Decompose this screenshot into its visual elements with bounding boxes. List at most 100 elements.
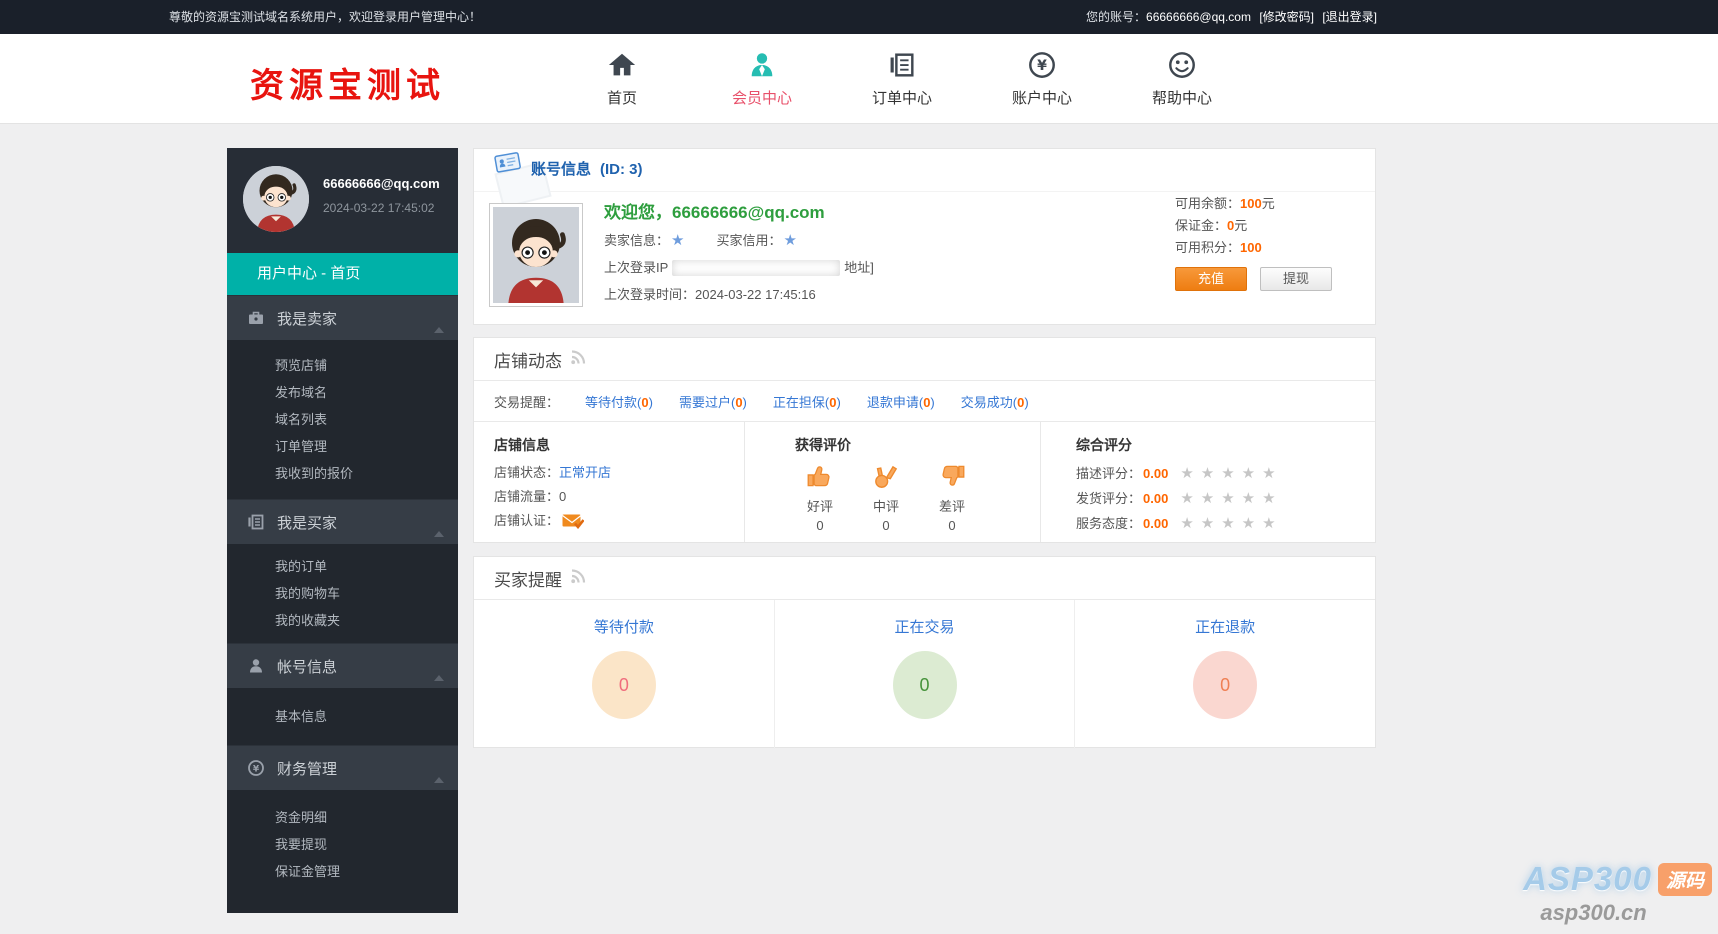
section-label: 财务管理 (277, 760, 338, 778)
sidebar-item-my-favorites[interactable]: 我的收藏夹 (227, 607, 458, 634)
rating-good: 好评 0 (795, 461, 845, 533)
balance-value: 100 (1240, 196, 1262, 211)
shop-status-link[interactable]: 正常开店 (559, 461, 611, 485)
welcome-text: 欢迎您，66666666@qq.com (604, 203, 825, 222)
nav-item-order-center[interactable]: 订单中心 (832, 34, 972, 124)
last-login-time: 2024-03-22 17:45:16 (695, 287, 816, 302)
sidebar-item-fund-details[interactable]: 资金明细 (227, 804, 458, 831)
seller-star-icon: ★ (671, 232, 685, 249)
shop-status-label: 店铺状态： (494, 465, 560, 480)
reminder-in-escrow[interactable]: 正在担保0 (773, 392, 841, 411)
shop-traffic-value: 0 (559, 489, 567, 504)
sidebar-item-withdraw[interactable]: 我要提现 (227, 831, 458, 858)
sidebar: 66666666@qq.com 2024-03-22 17:45:02 用户中心… (227, 148, 458, 913)
rating-bad: 差评 0 (927, 461, 977, 533)
buyer-col-trading: 正在交易 0 (773, 600, 1075, 749)
shop-dynamics-panel: 店铺动态 交易提醒： 等待付款0 需要过户0 正在担保0 退款申请0 交易成功0… (473, 337, 1376, 543)
ip-blurred-region (672, 259, 841, 276)
chevron-up-icon (434, 675, 444, 681)
buyer-reminder-body: 等待付款 0 正在交易 0 正在退款 0 (474, 600, 1375, 749)
sidebar-section-buyer[interactable]: 我是买家 (227, 499, 458, 544)
sidebar-item-deposit-manage[interactable]: 保证金管理 (227, 858, 458, 885)
section-label: 我是买家 (277, 514, 338, 532)
watermark-brand: ASP300 (1523, 860, 1652, 897)
rating-label: 好评 (806, 499, 833, 514)
sidebar-item-preview-shop[interactable]: 预览店铺 (227, 352, 458, 379)
nav-label: 订单中心 (871, 90, 932, 107)
buyer-count-circle: 0 (892, 651, 957, 719)
reminder-waiting-payment[interactable]: 等待付款0 (585, 392, 653, 411)
buyer-submenu: 我的订单 我的购物车 我的收藏夹 (227, 544, 458, 643)
account-detail-block: 欢迎您，66666666@qq.com 卖家信息： ★ 买家信用： ★ 上次登录… (604, 199, 874, 308)
list-icon (247, 513, 265, 531)
trade-reminder-label: 交易提醒： (494, 394, 560, 410)
recharge-button[interactable]: 充值 (1175, 267, 1247, 291)
nav-label: 会员中心 (731, 90, 792, 107)
profile-email: 66666666@qq.com (323, 176, 440, 191)
rss-icon (569, 567, 587, 590)
finance-submenu: 资金明细 我要提现 保证金管理 (227, 790, 458, 913)
nav-item-account-center[interactable]: ¥ 账户中心 (972, 34, 1112, 124)
buyer-reminder-panel: 买家提醒 等待付款 0 正在交易 0 正在退款 0 (473, 556, 1376, 749)
deposit-label: 保证金： (1175, 218, 1228, 233)
withdraw-button[interactable]: 提现 (1260, 267, 1332, 291)
shop-panel-header: 店铺动态 (474, 338, 1375, 381)
shop-info-column: 店铺信息 店铺状态： 正常开店 店铺流量： 0 店铺认证： (474, 422, 744, 542)
site-logo[interactable]: 资源宝测试 (250, 58, 445, 107)
change-password-link[interactable]: [修改密码] (1259, 10, 1314, 24)
buyer-count-circle: 0 (1193, 651, 1258, 719)
svg-text:¥: ¥ (1037, 58, 1047, 74)
score-label: 描述评分： (1076, 466, 1142, 481)
reminder-trade-success[interactable]: 交易成功0 (961, 392, 1029, 411)
sidebar-item-received-offers[interactable]: 我收到的报价 (227, 460, 458, 487)
scores-title: 综合评分 (1076, 437, 1132, 453)
nav-item-home[interactable]: 首页 (552, 34, 692, 124)
last-ip-label: 上次登录IP (604, 260, 669, 275)
panel-title: 店铺动态 (494, 351, 562, 371)
star-rating-icons (1180, 461, 1282, 486)
account-yuan-icon: ¥ (972, 47, 1112, 83)
buyer-count-circle: 0 (591, 651, 656, 719)
sidebar-item-my-cart[interactable]: 我的购物车 (227, 580, 458, 607)
nav-item-member-center[interactable]: 会员中心 (692, 34, 832, 124)
main-nav: 首页 会员中心 订单中心 ¥ 账户中心 帮助中心 (552, 34, 1252, 124)
watermark-domain: asp300.cn (1540, 900, 1647, 925)
buyer-star-icon: ★ (783, 232, 797, 249)
sidebar-current-page[interactable]: 用户中心 - 首页 (227, 253, 458, 295)
account-info-submenu: 基本信息 (227, 688, 458, 745)
logout-link[interactable]: [退出登录] (1322, 10, 1377, 24)
account-panel-header: 账号信息 (ID: 3) (474, 149, 1375, 209)
topbar: 尊敬的资源宝测试域名系统用户，欢迎登录用户管理中心！ 您的账号：66666666… (0, 0, 1718, 34)
balance-unit: 元 (1261, 196, 1275, 211)
buyer-col-label[interactable]: 正在交易 (775, 616, 1075, 637)
main-content: 账号信息 (ID: 3) 欢迎您，66666666@qq.com 卖家信息： ★… (473, 148, 1376, 749)
sidebar-item-publish-domain[interactable]: 发布域名 (227, 379, 458, 406)
buyer-col-label[interactable]: 正在退款 (1075, 616, 1375, 637)
order-icon (832, 47, 972, 83)
chevron-up-icon (434, 327, 444, 333)
rating-neutral: 中评 0 (861, 461, 911, 533)
reminder-need-transfer[interactable]: 需要过户0 (679, 392, 747, 411)
score-value: 0.00 (1143, 491, 1169, 506)
nav-item-help-center[interactable]: 帮助中心 (1112, 34, 1252, 124)
account-balance-block: 可用余额：100元 保证金：0元 可用积分：100 充值 提现 (1175, 193, 1345, 291)
topbar-account-area: 您的账号：66666666@qq.com [修改密码] [退出登录] (1086, 0, 1377, 34)
buyer-col-label[interactable]: 等待付款 (474, 616, 774, 637)
ok-hand-icon (871, 465, 901, 494)
shop-info-title: 店铺信息 (494, 437, 550, 453)
sidebar-item-domain-list[interactable]: 域名列表 (227, 406, 458, 433)
section-label: 我是卖家 (277, 310, 338, 328)
rating-count: 0 (882, 518, 890, 533)
account-info-panel: 账号信息 (ID: 3) 欢迎您，66666666@qq.com 卖家信息： ★… (473, 148, 1376, 325)
sidebar-section-finance[interactable]: ¥ 财务管理 (227, 745, 458, 790)
sidebar-section-seller[interactable]: 我是卖家 (227, 295, 458, 340)
sidebar-item-order-manage[interactable]: 订单管理 (227, 433, 458, 460)
star-rating-icons (1180, 486, 1282, 511)
sidebar-section-account-info[interactable]: 帐号信息 (227, 643, 458, 688)
score-value: 0.00 (1143, 516, 1169, 531)
idcard-icon (494, 149, 522, 191)
sidebar-item-basic-info[interactable]: 基本信息 (227, 703, 458, 730)
panel-title: 买家提醒 (494, 570, 562, 590)
sidebar-item-my-orders[interactable]: 我的订单 (227, 553, 458, 580)
reminder-refund-request[interactable]: 退款申请0 (867, 392, 935, 411)
